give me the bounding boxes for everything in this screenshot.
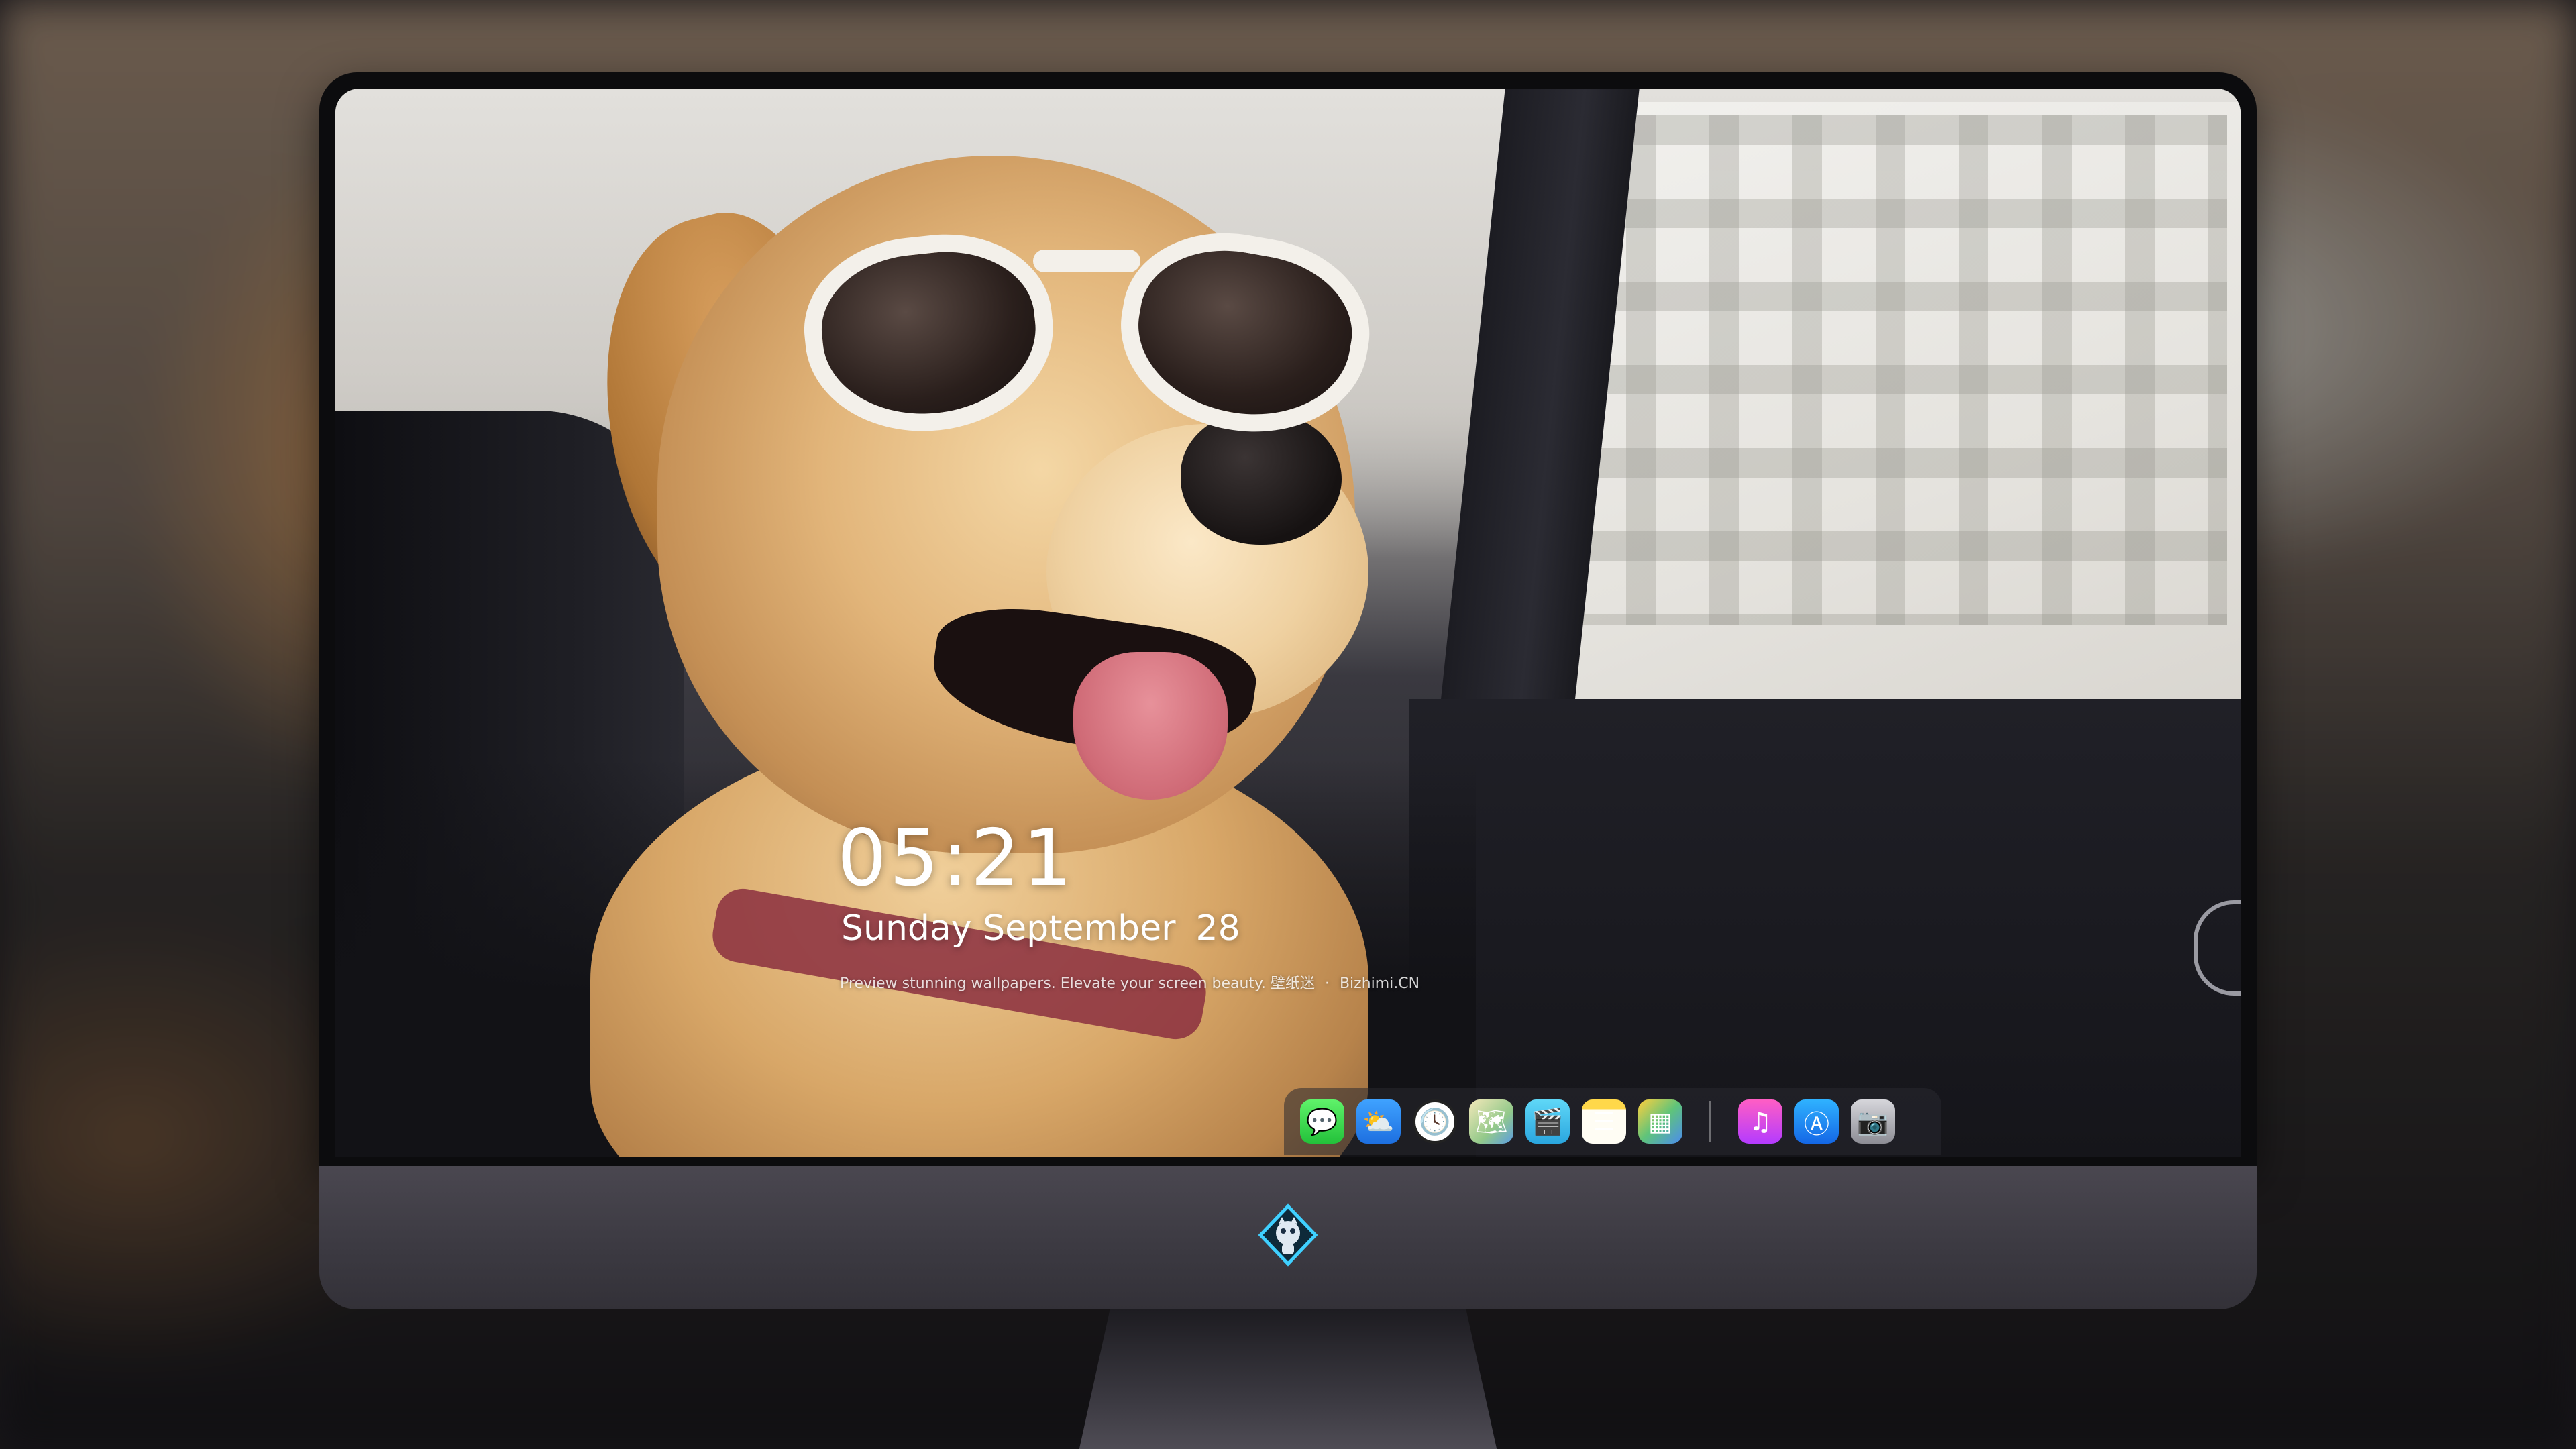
lock-date: Sunday September 28 — [841, 908, 1240, 949]
app-store-icon[interactable]: Ⓐ — [1794, 1099, 1839, 1144]
messages-icon[interactable]: 💬 — [1300, 1099, 1344, 1144]
sunglasses-lens-left — [795, 223, 1063, 443]
video-icon[interactable]: 🎬 — [1525, 1099, 1570, 1144]
notes-icon[interactable]: ☰ — [1582, 1099, 1626, 1144]
screen-wallpaper: 05:21 Sunday September 28 Preview stunnin… — [335, 89, 2241, 1157]
monitor-bezel: 05:21 Sunday September 28 Preview stunnin… — [319, 72, 2257, 1166]
photos-icon[interactable]: ▦ — [1638, 1099, 1682, 1144]
lock-date-weekday-month: Sunday September — [841, 908, 1176, 949]
scene: 05:21 Sunday September 28 Preview stunnin… — [0, 0, 2576, 1449]
monitor-chin — [319, 1166, 2257, 1309]
caption-text: Preview stunning wallpapers. Elevate you… — [840, 975, 1266, 992]
sunglasses-lens-right — [1105, 216, 1384, 451]
caption-separator: · — [1324, 975, 1330, 992]
dock: 💬 ⛅ 🕓 🗺 🎬 ☰ ▦ ♫ Ⓐ 📷 — [1284, 1088, 1941, 1155]
caption-site[interactable]: Bizhimi.CN — [1340, 975, 1419, 992]
dock-divider — [1709, 1101, 1711, 1142]
wallpaper-caption: Preview stunning wallpapers. Elevate you… — [840, 971, 1419, 993]
weather-icon[interactable]: ⛅ — [1356, 1099, 1401, 1144]
lock-clock: 05:21 — [837, 813, 1075, 904]
maps-icon[interactable]: 🗺 — [1469, 1099, 1513, 1144]
sunglasses-bridge — [1033, 250, 1140, 272]
sunglasses — [795, 209, 1384, 451]
dog-tongue — [1073, 652, 1228, 800]
imac-monitor: 05:21 Sunday September 28 Preview stunnin… — [319, 72, 2257, 1449]
camera-icon[interactable]: 📷 — [1851, 1099, 1895, 1144]
building-facade — [1543, 115, 2227, 625]
brand-logo-icon — [1256, 1203, 1320, 1267]
lock-date-day: 28 — [1195, 908, 1240, 949]
caption-tag: 壁纸迷 — [1270, 975, 1315, 992]
monitor-stand — [1076, 1309, 1500, 1449]
music-icon[interactable]: ♫ — [1738, 1099, 1782, 1144]
clock-icon[interactable]: 🕓 — [1413, 1099, 1457, 1144]
